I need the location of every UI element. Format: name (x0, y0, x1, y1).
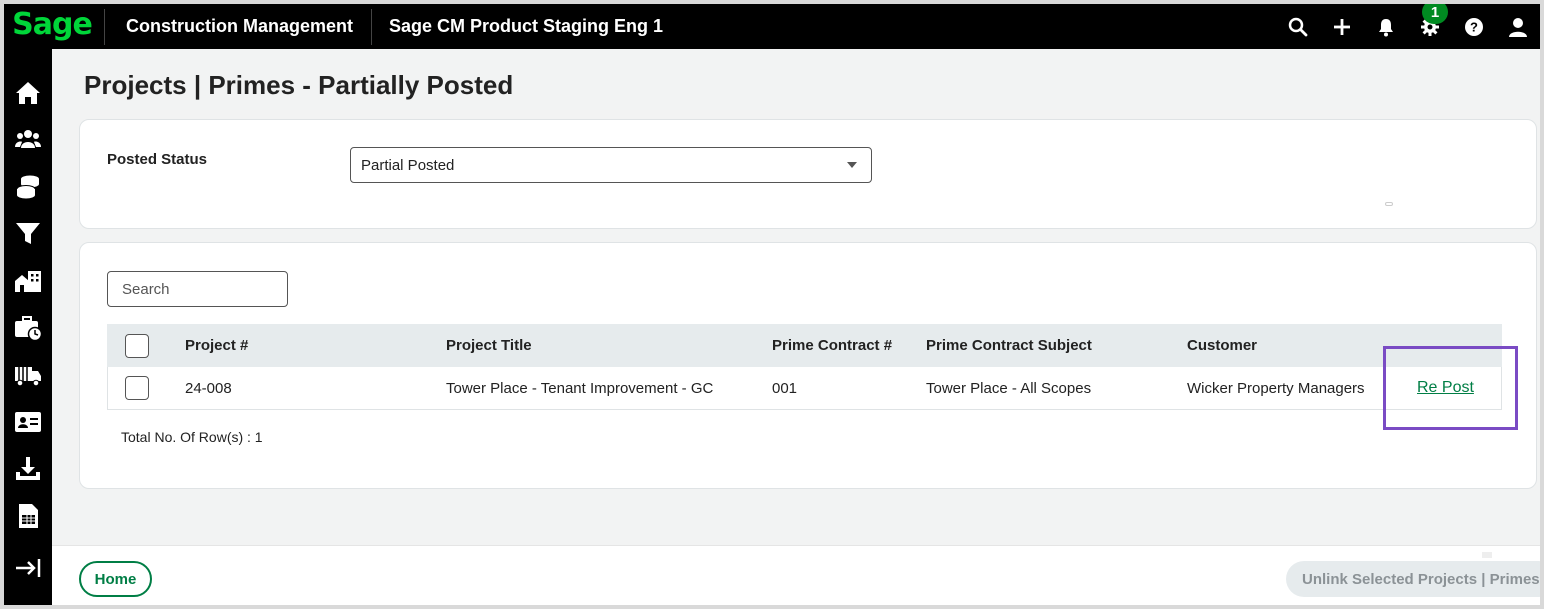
cell-customer: Wicker Property Managers (1187, 379, 1365, 397)
cell-project-num: 24-008 (185, 379, 232, 397)
company-name[interactable]: Sage CM Product Staging Eng 1 (372, 16, 663, 37)
resize-handle (1385, 202, 1393, 206)
top-bar-icons: 1 ? (1276, 4, 1540, 49)
sidebar (4, 49, 52, 605)
total-rows: Total No. Of Row(s) : 1 (121, 429, 263, 445)
spreadsheet-icon[interactable] (4, 496, 52, 536)
posted-status-select[interactable]: Partial Posted (350, 147, 872, 183)
col-prime-contract-subject[interactable]: Prime Contract Subject (926, 337, 1092, 354)
table-row: 24-008 Tower Place - Tenant Improvement … (107, 367, 1502, 410)
col-customer[interactable]: Customer (1187, 337, 1257, 354)
results-card: Project # Project Title Prime Contract #… (79, 242, 1537, 489)
footer-marker (1482, 552, 1492, 558)
cell-project-title: Tower Place - Tenant Improvement - GC (446, 379, 714, 397)
truck-icon[interactable] (4, 355, 52, 395)
highlight-box (1383, 346, 1518, 430)
user-icon[interactable] (1496, 4, 1540, 49)
filter-card: Posted Status Partial Posted (79, 119, 1537, 229)
top-bar: Sage Construction Management Sage CM Pro… (4, 4, 1540, 49)
cell-prime-contract-num: 001 (772, 379, 798, 397)
col-prime-contract-num[interactable]: Prime Contract # (772, 337, 892, 354)
buildings-icon[interactable] (4, 261, 52, 301)
app-window: Sage Construction Management Sage CM Pro… (4, 4, 1540, 605)
footer-bar: Home Unlink Selected Projects | Primes (52, 545, 1540, 605)
posted-status-label: Posted Status (107, 151, 208, 168)
table-header: Project # Project Title Prime Contract #… (107, 324, 1502, 367)
help-glyph: ? (1470, 19, 1478, 34)
download-icon[interactable] (4, 449, 52, 489)
unlink-selected-button[interactable]: Unlink Selected Projects | Primes (1286, 561, 1540, 597)
posted-status-value: Partial Posted (361, 156, 455, 174)
row-checkbox[interactable] (125, 376, 149, 400)
col-project-title[interactable]: Project Title (446, 337, 532, 354)
filter-icon[interactable] (4, 214, 52, 254)
app-name[interactable]: Construction Management (105, 16, 371, 37)
notification-badge: 1 (1422, 4, 1448, 24)
search-input[interactable] (107, 271, 288, 307)
gear-icon[interactable]: 1 (1408, 4, 1452, 49)
bell-icon[interactable] (1364, 4, 1408, 49)
home-icon[interactable] (4, 73, 52, 113)
select-all-checkbox[interactable] (125, 333, 149, 358)
page-title: Projects | Primes - Partially Posted (84, 70, 514, 100)
home-button[interactable]: Home (79, 561, 152, 597)
id-card-icon[interactable] (4, 402, 52, 442)
cell-prime-contract-subject: Tower Place - All Scopes (926, 379, 1092, 397)
projects-table: Project # Project Title Prime Contract #… (107, 324, 1502, 410)
col-project-num[interactable]: Project # (185, 337, 248, 354)
help-icon[interactable]: ? (1452, 4, 1496, 49)
briefcase-clock-icon[interactable] (4, 308, 52, 348)
sage-logo[interactable]: Sage (4, 4, 104, 49)
chevron-down-icon (847, 162, 857, 168)
search-icon[interactable] (1276, 4, 1320, 49)
plus-icon[interactable] (1320, 4, 1364, 49)
expand-icon[interactable] (4, 548, 52, 588)
coins-icon[interactable] (4, 167, 52, 207)
people-icon[interactable] (4, 120, 52, 160)
